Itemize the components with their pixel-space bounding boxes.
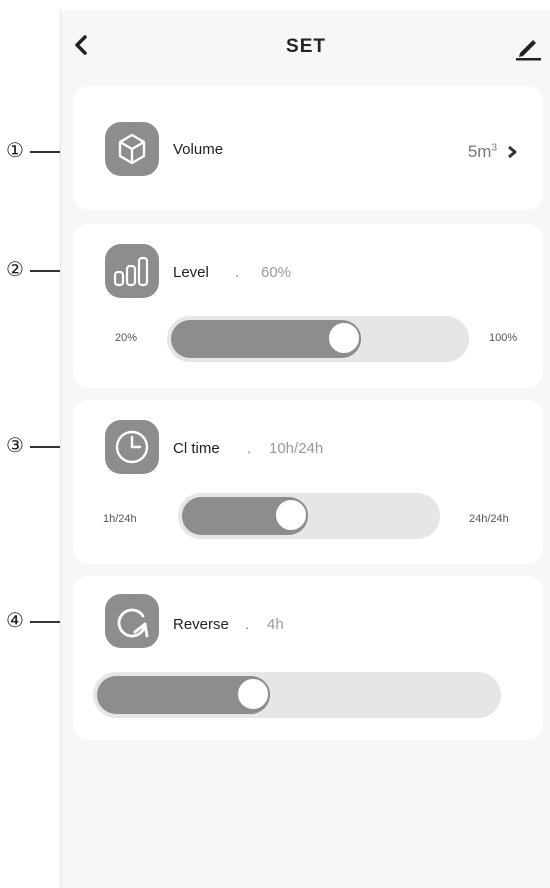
callout-number: ③ <box>6 433 24 457</box>
level-card: Level . 60% 20% 100% <box>73 224 543 388</box>
level-max-label: 100% <box>489 332 518 344</box>
phone-screen: SET Volume 5m3 Level . 60% 20% 100% Cl t… <box>60 10 550 888</box>
cl-time-min-label: 1h/24h <box>103 513 137 525</box>
cl-time-card: Cl time . 10h/24h 1h/24h 24h/24h <box>73 400 543 564</box>
cl-time-max-label: 24h/24h <box>469 513 509 525</box>
volume-value: 5m3 <box>468 142 497 162</box>
callout-1: ① <box>6 138 70 166</box>
page-title: SET <box>286 36 326 57</box>
clock-icon <box>115 430 149 464</box>
callout-3: ③ <box>6 433 70 461</box>
volume-card[interactable]: Volume 5m3 <box>73 86 543 210</box>
edit-pen-icon[interactable] <box>513 32 543 62</box>
callout-4: ④ <box>6 608 70 636</box>
volume-value-superscript: 3 <box>491 142 497 154</box>
level-separator: . <box>235 264 240 281</box>
cl-time-value: 10h/24h <box>269 440 324 457</box>
level-icon-tile <box>105 244 159 298</box>
reverse-icon-tile <box>105 594 159 648</box>
reverse-value: 4h <box>267 616 284 633</box>
cl-time-label: Cl time <box>173 440 220 457</box>
level-label: Level <box>173 264 209 281</box>
reverse-label: Reverse <box>173 616 229 633</box>
callout-number: ① <box>6 138 24 162</box>
reverse-arrow-icon <box>117 608 149 638</box>
top-bar: SET <box>61 10 550 80</box>
reverse-slider-knob[interactable] <box>236 677 271 711</box>
level-min-label: 20% <box>115 332 138 344</box>
callout-number: ④ <box>6 608 24 632</box>
volume-value-number: 5m <box>467 142 492 161</box>
cl-time-separator: . <box>247 440 252 457</box>
volume-label: Volume <box>173 141 224 158</box>
callout-2: ② <box>6 257 70 285</box>
reverse-card: Reverse . 4h <box>73 576 543 740</box>
callout-number: ② <box>6 257 24 281</box>
reverse-separator: . <box>245 616 250 633</box>
level-value: 60% <box>261 264 292 281</box>
bar-level-icon <box>113 256 149 287</box>
level-slider-knob[interactable] <box>327 321 361 355</box>
cube-icon <box>118 133 146 165</box>
level-slider[interactable] <box>167 316 469 362</box>
reverse-slider[interactable] <box>93 672 501 718</box>
chevron-right-icon[interactable] <box>505 144 519 160</box>
volume-icon-tile <box>105 122 159 176</box>
cl-time-icon-tile <box>105 420 159 474</box>
cl-time-slider[interactable] <box>178 493 440 539</box>
